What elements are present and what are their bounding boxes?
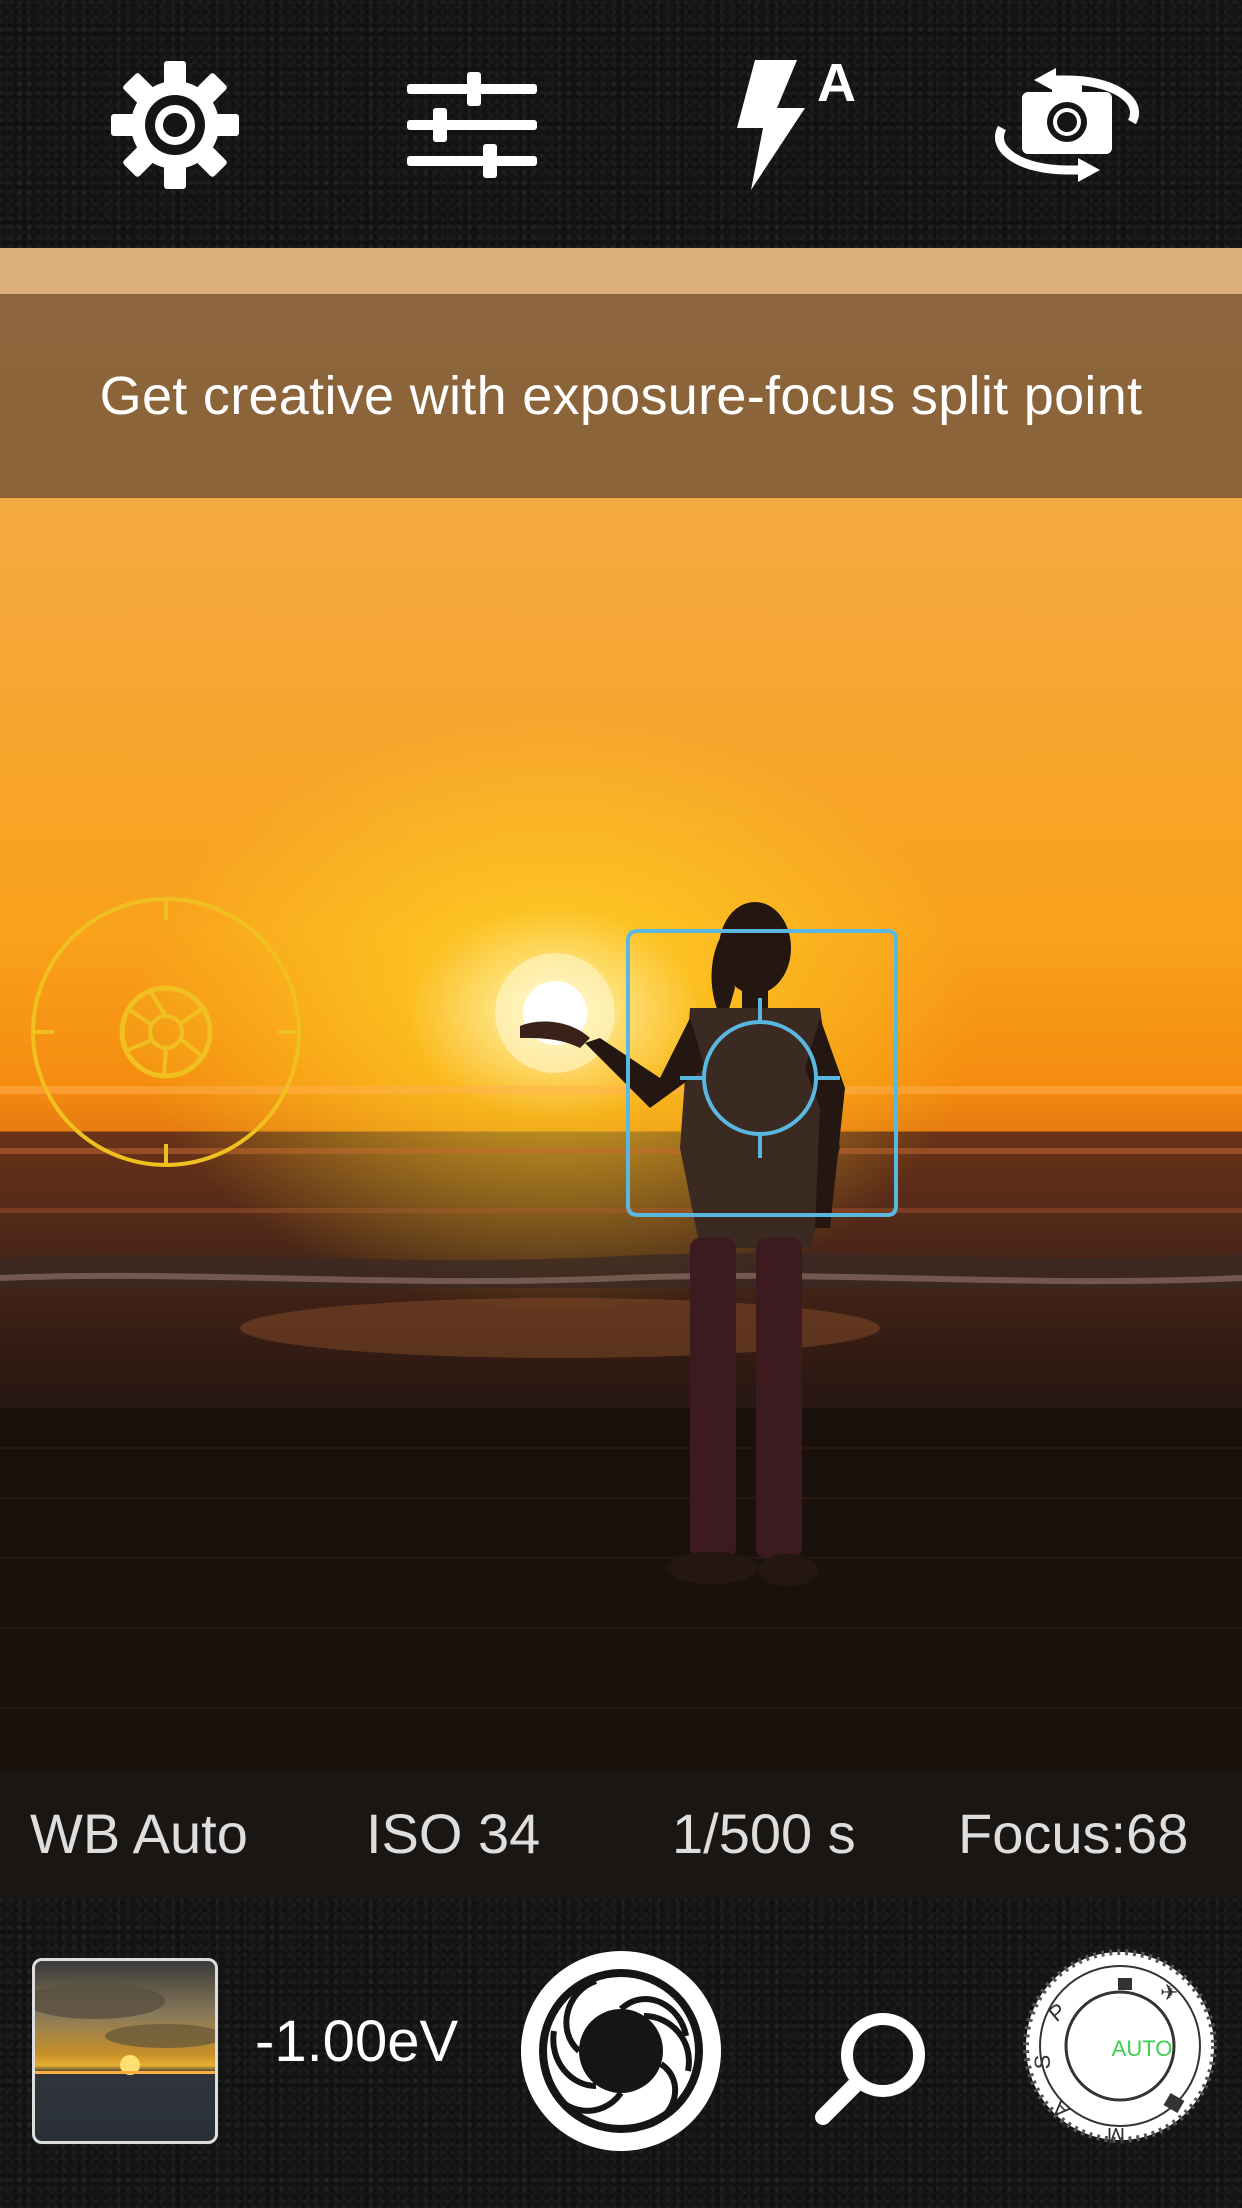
tip-strip [0,248,1242,294]
svg-text:S: S [1030,2055,1055,2070]
mode-dial-icon: P S A M ✈ AUTO [1023,1949,1217,2146]
dial-auto-label: AUTO [1112,2036,1173,2061]
tip-text: Get creative with exposure-focus split p… [99,366,1143,426]
gallery-thumbnail[interactable] [32,1958,218,2144]
camera-switch-icon [995,68,1139,182]
info-bar: WB Auto ISO 34 1/500 s Focus:68 [0,1770,1242,1898]
bottom-toolbar: -1.00eV P S A M ✈ AUTO [0,1898,1242,2208]
exposure-reticle[interactable] [31,897,301,1167]
gear-icon [111,61,239,189]
aperture-icon [119,985,213,1079]
switch-camera-button[interactable] [982,40,1152,210]
top-toolbar: A [0,0,1242,248]
viewfinder[interactable]: Get creative with exposure-focus split p… [0,248,1242,1770]
mode-dial[interactable]: P S A M ✈ AUTO [1020,1946,1220,2146]
thumbnail-image [35,1983,215,2075]
svg-text:✈: ✈ [1160,1980,1178,2005]
white-balance-value[interactable]: WB Auto [30,1770,248,1898]
focus-value[interactable]: Focus:68 [958,1770,1188,1898]
adjustments-button[interactable] [387,40,557,210]
iso-value[interactable]: ISO 34 [366,1770,540,1898]
exposure-compensation-value[interactable]: -1.00eV [255,2008,458,2075]
flash-button[interactable]: A [705,40,875,210]
sliders-icon [407,72,537,178]
flash-mode-label: A [817,53,856,113]
shutter-button[interactable] [516,1946,726,2156]
shutter-icon [521,1951,721,2151]
camera-app: A Get creative with exposure-focus split… [0,0,1242,2208]
zoom-button[interactable] [795,1993,945,2143]
tip-banner[interactable]: Get creative with exposure-focus split p… [0,294,1242,498]
magnifier-icon [815,2013,925,2125]
settings-button[interactable] [90,40,260,210]
shutter-speed-value[interactable]: 1/500 s [672,1770,856,1898]
svg-text:M: M [1107,2123,1125,2146]
